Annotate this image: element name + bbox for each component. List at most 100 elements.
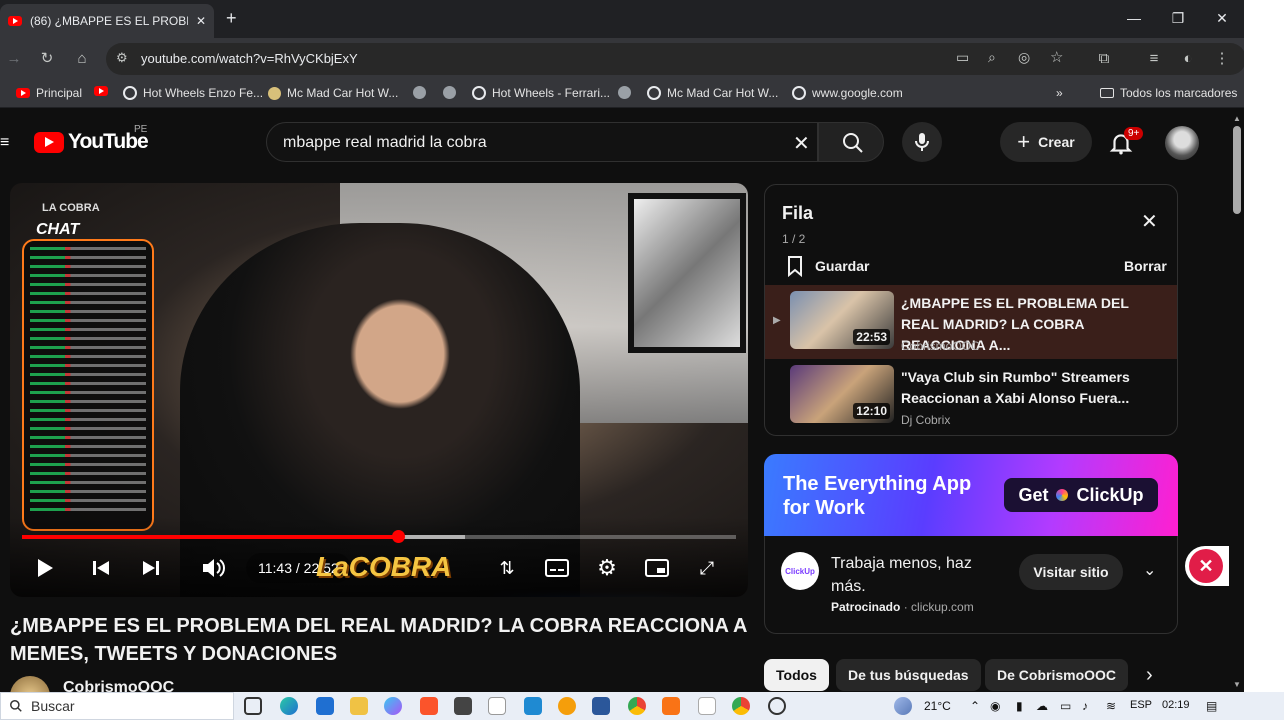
restore-icon[interactable]: ❐ <box>1166 8 1190 28</box>
bookmark-youtube[interactable] <box>94 86 108 96</box>
chrome-icon[interactable] <box>732 697 750 715</box>
advertiser-logo[interactable]: ClickUp <box>781 552 819 590</box>
create-button[interactable]: + Crear <box>1000 122 1092 162</box>
bookmark-globe-2[interactable] <box>443 86 456 99</box>
close-window-icon[interactable]: ✕ <box>1210 8 1234 28</box>
progress-bar[interactable] <box>22 530 736 543</box>
temperature[interactable]: 21°C <box>924 699 951 713</box>
menu-icon[interactable]: ⋮ <box>1212 49 1232 69</box>
new-tab-button[interactable]: + <box>226 8 237 29</box>
fullscreen-button[interactable]: ⤢ <box>692 553 722 583</box>
clear-search-icon[interactable]: ✕ <box>793 131 810 156</box>
battery-icon[interactable]: ▭ <box>1060 699 1071 713</box>
chevron-down-icon[interactable]: ⌄ <box>1143 560 1156 580</box>
file-explorer-icon[interactable] <box>350 697 368 715</box>
page-scrollbar[interactable]: ▲ ▼ <box>1230 114 1244 690</box>
chip-from-searches[interactable]: De tus búsquedas <box>836 659 981 691</box>
close-queue-icon[interactable]: ✕ <box>1141 209 1158 234</box>
play-button[interactable] <box>30 553 60 583</box>
next-button[interactable] <box>136 553 166 583</box>
speaker-icon[interactable]: ♪ <box>1082 699 1088 713</box>
floating-extension-badge[interactable]: ✕ <box>1185 546 1229 586</box>
scroll-up-icon[interactable]: ▲ <box>1233 114 1241 123</box>
bookmark-hot-wheels-enzo[interactable]: Hot Wheels Enzo Fe... <box>123 86 263 100</box>
all-bookmarks[interactable]: Todos los marcadores <box>1100 86 1237 100</box>
ad-banner[interactable]: The Everything App for Work Get ClickUp <box>764 454 1178 536</box>
tab-close-icon[interactable]: ✕ <box>196 14 206 28</box>
app-white-icon[interactable] <box>698 697 716 715</box>
bookmark-principal[interactable]: Principal <box>16 86 82 100</box>
previous-button[interactable] <box>86 553 116 583</box>
bookmark-star-icon[interactable]: ☆ <box>1050 48 1063 66</box>
voice-search-button[interactable] <box>902 122 942 162</box>
mic-tray-icon[interactable]: ▮ <box>1016 699 1023 713</box>
language-indicator[interactable]: ESP <box>1130 699 1152 711</box>
app-orange-icon[interactable] <box>662 697 680 715</box>
weather-icon[interactable] <box>894 697 912 715</box>
youtube-logo-icon[interactable] <box>34 132 64 153</box>
bookmark-globe-3[interactable] <box>618 86 631 99</box>
bookmark-globe-1[interactable] <box>413 86 426 99</box>
extensions-icon[interactable]: ⧉ <box>1094 49 1114 69</box>
clock[interactable]: 02:19 <box>1162 699 1190 711</box>
ad-get-button[interactable]: Get ClickUp <box>1004 478 1158 512</box>
edge-icon[interactable] <box>280 697 298 715</box>
app-star-icon[interactable] <box>558 697 576 715</box>
word-icon[interactable] <box>592 697 610 715</box>
install-app-icon[interactable]: ▭ <box>956 49 969 66</box>
notifications-tray-icon[interactable]: ▤ <box>1206 699 1217 713</box>
queue-item[interactable]: 12:10 "Vaya Club sin Rumbo" Streamers Re… <box>765 359 1177 433</box>
notepad-icon[interactable] <box>488 697 506 715</box>
chip-all[interactable]: Todos <box>764 659 829 691</box>
queue-item[interactable]: ▶ 22:53 ¿MBAPPE ES EL PROBLEMA DEL REAL … <box>765 285 1177 359</box>
address-bar[interactable]: ⚙ youtube.com/watch?v=RhVyCKbjExY ▭ ⌕ ◎ … <box>106 43 1246 75</box>
search-input[interactable]: mbappe real madrid la cobra ✕ <box>266 122 818 162</box>
taskbar-search[interactable]: Buscar <box>0 692 234 720</box>
home-icon[interactable]: ⌂ <box>72 49 92 69</box>
bookmark-mc-mad-car-2[interactable]: Mc Mad Car Hot W... <box>647 86 778 100</box>
chat-line <box>30 247 146 250</box>
scroll-down-icon[interactable]: ▼ <box>1233 680 1241 689</box>
mail-icon[interactable] <box>316 697 334 715</box>
site-info-icon[interactable]: ⚙ <box>116 50 128 66</box>
bookmarks-overflow-icon[interactable]: » <box>1056 86 1063 100</box>
profile-icon[interactable]: ◐ <box>1178 49 1198 69</box>
chrome-icon[interactable] <box>628 697 646 715</box>
bookmark-google[interactable]: www.google.com <box>792 86 903 100</box>
queue-item-channel: Dj Cobrix <box>901 413 951 427</box>
record-icon[interactable]: ◉ <box>990 699 1000 713</box>
wifi-icon[interactable]: ≋ <box>1106 699 1116 713</box>
copilot-icon[interactable] <box>384 697 402 715</box>
scrollbar-thumb[interactable] <box>1233 126 1241 214</box>
chip-from-channel[interactable]: De CobrismoOOC <box>985 659 1129 691</box>
volume-button[interactable] <box>198 553 228 583</box>
media-icon[interactable]: ≡ <box>1144 49 1164 69</box>
app-globe-icon[interactable] <box>768 697 786 715</box>
guide-menu-icon[interactable]: ≡ <box>0 134 9 152</box>
vscode-icon[interactable] <box>524 697 542 715</box>
search-button[interactable] <box>818 122 884 162</box>
reload-icon[interactable]: ↻ <box>37 49 57 69</box>
cloud-icon[interactable]: ☁ <box>1036 699 1048 713</box>
bookmark-mc-mad-car-1[interactable]: Mc Mad Car Hot W... <box>268 86 398 100</box>
clear-queue-button[interactable]: Borrar <box>1124 258 1167 274</box>
tracking-icon[interactable]: ◎ <box>1018 49 1030 66</box>
chevron-right-icon[interactable]: › <box>1146 664 1153 687</box>
subtitles-button[interactable] <box>542 553 572 583</box>
show-hidden-icons[interactable]: ⌃ <box>970 699 980 713</box>
account-avatar[interactable] <box>1165 126 1199 160</box>
task-view-icon[interactable] <box>244 697 262 715</box>
forward-icon[interactable]: → <box>4 49 24 69</box>
video-player[interactable]: LA COBRA CHAT 11:43 / 22:52 LaCOBRA ⇅ ⚙ … <box>10 183 748 597</box>
store-icon[interactable] <box>454 697 472 715</box>
browser-tab[interactable]: (86) ¿MBAPPE ES EL PROBLEMA ✕ <box>0 4 214 38</box>
visit-site-button[interactable]: Visitar sitio <box>1019 554 1123 590</box>
autoplay-toggle[interactable]: ⇅ <box>492 553 522 583</box>
zoom-icon[interactable]: ⌕ <box>988 49 996 66</box>
miniplayer-button[interactable] <box>642 553 672 583</box>
settings-button[interactable]: ⚙ <box>592 553 622 583</box>
save-queue-button[interactable]: Guardar <box>785 255 869 277</box>
minimize-icon[interactable]: — <box>1122 8 1146 28</box>
brave-icon[interactable] <box>420 697 438 715</box>
bookmark-hot-wheels-ferrari[interactable]: Hot Wheels - Ferrari... <box>472 86 610 100</box>
